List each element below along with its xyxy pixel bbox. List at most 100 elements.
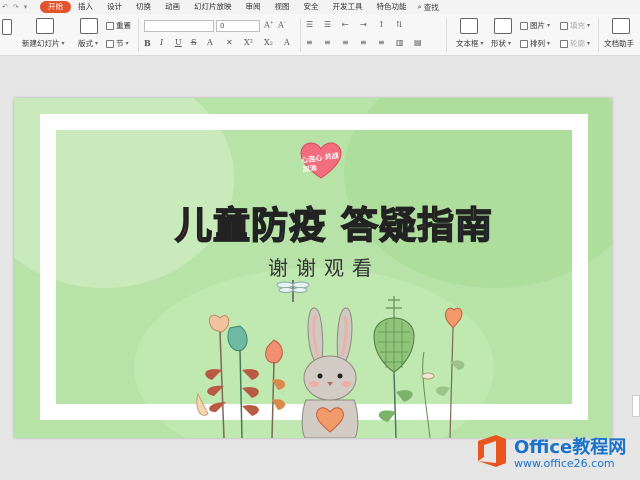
outline-button[interactable]: 轮廓 ▾	[560, 38, 590, 49]
title-char: 指	[416, 203, 455, 248]
layout-button[interactable]: 版式 ▾	[78, 38, 98, 49]
tab-view[interactable]: 视图	[268, 1, 297, 13]
textbox-label: 文本框	[456, 39, 479, 48]
slide-title[interactable]: 儿童防疫 答疑指南	[134, 195, 534, 249]
scrollbar-handle[interactable]	[632, 395, 640, 417]
picture-button[interactable]: 图片 ▾	[520, 20, 550, 31]
align-right-icon[interactable]: ≡	[342, 38, 349, 47]
slide-subtitle[interactable]: 谢谢观看	[224, 252, 424, 281]
title-char: 疑	[378, 203, 417, 248]
numbered-list-icon[interactable]: ☰	[324, 20, 331, 29]
subscript-icon[interactable]: X₂	[264, 38, 273, 47]
char-spacing-icon[interactable]: A	[284, 38, 290, 47]
decrease-indent-icon[interactable]: ⇤	[342, 20, 349, 29]
reset-icon	[106, 21, 114, 30]
chevron-down-icon: ▾	[547, 22, 551, 29]
reset-label: 重置	[116, 21, 131, 30]
increase-font-icon[interactable]: A+	[264, 20, 274, 30]
chevron-down-icon: ▾	[508, 40, 512, 47]
paste-icon[interactable]	[2, 19, 12, 35]
clear-format-icon[interactable]: ✕	[226, 38, 233, 47]
decrease-font-icon[interactable]: A-	[278, 20, 285, 30]
textbox-icon[interactable]	[460, 18, 478, 34]
title-char: 南	[454, 203, 493, 248]
tab-home[interactable]: 开始	[40, 1, 71, 13]
search-label: 查找	[423, 2, 439, 12]
increase-indent-icon[interactable]: ⇥	[360, 20, 367, 29]
document-assistant-label: 文档助手	[604, 39, 634, 48]
shape-button[interactable]: 形状 ▾	[491, 38, 511, 49]
fill-icon	[560, 21, 568, 30]
section-button[interactable]: 节 ▾	[106, 38, 129, 49]
tab-review[interactable]: 审阅	[239, 1, 268, 13]
arrange-button[interactable]: 排列 ▾	[520, 38, 550, 49]
divider	[138, 18, 139, 52]
tab-slideshow[interactable]: 幻灯片放映	[187, 1, 239, 13]
arrange-label: 排列	[530, 39, 545, 48]
new-slide-icon[interactable]	[36, 18, 54, 34]
section-label: 节	[116, 39, 124, 48]
font-color-icon[interactable]: A	[207, 38, 213, 47]
new-slide-button[interactable]: 新建幻灯片 ▾	[22, 38, 65, 49]
title-char: 儿	[174, 203, 214, 248]
font-family-select[interactable]	[144, 20, 214, 32]
ribbon-toolbar: 新建幻灯片 ▾ 版式 ▾ 重置 节 ▾ 0 A+ A- B I U S A ✕ X² …	[0, 14, 640, 56]
font-size-select[interactable]: 0	[216, 20, 260, 32]
watermark-name: Office教程网	[514, 437, 627, 458]
search-button[interactable]: ⌕ 查找	[418, 2, 439, 13]
title-char: 防	[250, 203, 290, 248]
bunny-illustration	[301, 307, 359, 438]
new-slide-label: 新建幻灯片	[22, 39, 60, 48]
undo-icon[interactable]: ↶	[2, 3, 8, 11]
tab-developer[interactable]: 开发工具	[326, 1, 370, 13]
shape-icon[interactable]	[494, 18, 512, 34]
justify-icon[interactable]: ≡	[360, 38, 367, 47]
bold-icon[interactable]: B	[144, 38, 151, 48]
divider	[598, 18, 599, 52]
columns-icon[interactable]: ▥	[396, 38, 404, 47]
outline-icon	[560, 39, 568, 48]
tab-insert[interactable]: 插入	[71, 1, 100, 13]
title-char: 童	[212, 203, 252, 248]
arrange-icon	[520, 39, 528, 48]
superscript-icon[interactable]: X²	[244, 38, 253, 47]
redo-icon[interactable]: ↷	[13, 3, 19, 11]
chevron-down-icon: ▾	[95, 40, 99, 47]
strikethrough-icon[interactable]: S	[191, 38, 196, 47]
tab-transition[interactable]: 切换	[129, 1, 158, 13]
textbox-button[interactable]: 文本框 ▾	[456, 38, 484, 49]
text-direction-icon[interactable]: ⇅	[396, 20, 403, 29]
title-space	[327, 204, 341, 247]
align-text-icon[interactable]: ▤	[414, 38, 422, 47]
section-icon	[106, 39, 114, 48]
layout-icon[interactable]	[80, 18, 98, 34]
slide-canvas[interactable]: 心连心 共战加油 儿童防疫 答疑指南 谢谢观看	[14, 98, 612, 438]
watermark: Office教程网 www.office26.com	[474, 431, 634, 473]
picture-icon	[520, 21, 528, 30]
italic-icon[interactable]: I	[160, 38, 163, 47]
document-assistant-icon[interactable]	[612, 18, 630, 34]
dropdown-icon[interactable]: ▾	[24, 3, 28, 11]
office-logo-icon	[478, 435, 506, 467]
tab-special[interactable]: 特色功能	[370, 1, 414, 13]
shape-label: 形状	[491, 39, 506, 48]
tab-design[interactable]: 设计	[100, 1, 129, 13]
title-char: 疫	[288, 203, 328, 248]
align-center-icon[interactable]: ≡	[324, 38, 331, 47]
align-left-icon[interactable]: ≡	[306, 38, 313, 47]
document-assistant-button[interactable]: 文档助手	[604, 38, 634, 49]
tab-animation[interactable]: 动画	[158, 1, 187, 13]
divider	[446, 18, 447, 52]
dragonfly-icon	[276, 280, 310, 302]
chevron-down-icon: ▾	[587, 22, 591, 29]
title-char: 答	[340, 203, 379, 248]
reset-button[interactable]: 重置	[106, 20, 131, 31]
chevron-down-icon: ▾	[547, 40, 551, 47]
line-spacing-icon[interactable]: ↕	[378, 20, 385, 29]
right-plants-illustration	[373, 296, 465, 438]
underline-icon[interactable]: U	[175, 38, 182, 47]
fill-button[interactable]: 填充 ▾	[560, 20, 590, 31]
distribute-icon[interactable]: ≡	[378, 38, 385, 47]
bullet-list-icon[interactable]: ☰	[306, 20, 313, 29]
tab-security[interactable]: 安全	[297, 1, 326, 13]
